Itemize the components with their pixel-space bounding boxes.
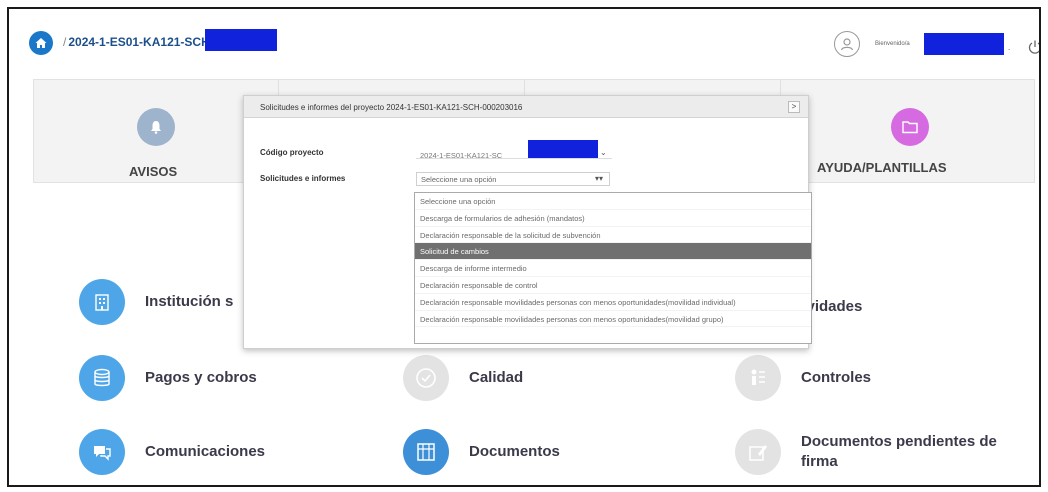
menu-controles-label: Controles: [801, 369, 872, 386]
menu-calidad[interactable]: Calidad: [403, 355, 523, 401]
building-icon: [79, 279, 125, 325]
solicitudes-select[interactable]: Seleccione una opción ▾▾: [416, 172, 610, 186]
redaction-box: [205, 29, 277, 51]
dropdown-option[interactable]: Declaración responsable movilidades pers…: [415, 294, 811, 311]
coins-icon: [79, 355, 125, 401]
menu-pendientes-line1: Documentos pendientes de: [801, 433, 997, 450]
menu-documentos-label: Documentos: [469, 443, 560, 460]
modal-close-button[interactable]: >: [788, 101, 800, 113]
menu-institucion-label: Institución s: [145, 293, 234, 310]
breadcrumb[interactable]: /2024-1-ES01-KA121-SCH: [63, 35, 210, 49]
sign-document-icon: [735, 429, 781, 475]
redaction-box: [924, 33, 1004, 55]
bell-icon[interactable]: [137, 108, 175, 146]
dropdown-option[interactable]: Descarga de formularios de adhesión (man…: [415, 210, 811, 227]
menu-pendientes-line2: firma: [801, 453, 838, 470]
solicitudes-select-value: Seleccione una opción: [421, 175, 497, 184]
dropdown-option[interactable]: Declaración responsable de la solicitud …: [415, 227, 811, 244]
breadcrumb-project-code[interactable]: 2024-1-ES01-KA121-SCH: [68, 35, 209, 49]
welcome-suffix: .: [1008, 43, 1011, 52]
dropdown-option[interactable]: Declaración responsable movilidades pers…: [415, 311, 811, 328]
dropdown-option[interactable]: Seleccione una opción: [415, 193, 811, 210]
menu-documentos-pendientes-label: Documentos pendientes de firma: [801, 432, 997, 472]
avisos-label[interactable]: AVISOS: [129, 164, 177, 179]
solicitudes-modal: Solicitudes e informes del proyecto 2024…: [243, 95, 812, 349]
chat-bubbles-icon: [79, 429, 125, 475]
folder-icon[interactable]: [891, 108, 929, 146]
field-underline: [416, 158, 612, 159]
checklist-person-icon: [735, 355, 781, 401]
menu-controles[interactable]: Controles: [735, 355, 871, 401]
document-folders-icon: [403, 429, 449, 475]
chevron-down-icon: ▾▾: [594, 174, 603, 183]
solicitudes-label: Solicitudes e informes: [260, 174, 346, 183]
solicitudes-dropdown[interactable]: Seleccione una opción Descarga de formul…: [414, 192, 812, 344]
menu-pagos[interactable]: Pagos y cobros: [79, 355, 257, 401]
menu-comunicaciones[interactable]: Comunicaciones: [79, 429, 265, 475]
home-icon[interactable]: [29, 31, 53, 55]
app-window: /2024-1-ES01-KA121-SCH Bienvenido/a . AV…: [7, 7, 1041, 487]
modal-title: Solicitudes e informes del proyecto 2024…: [260, 103, 523, 112]
dropdown-option[interactable]: Declaración responsable de control: [415, 277, 811, 294]
dropdown-option[interactable]: Descarga de informe intermedio: [415, 260, 811, 277]
menu-documentos-pendientes[interactable]: Documentos pendientes de firma: [735, 429, 997, 475]
redaction-box: [528, 140, 598, 158]
dropdown-option-selected[interactable]: Solicitud de cambios: [415, 243, 811, 261]
chevron-down-icon: ⌄: [600, 148, 607, 157]
user-icon[interactable]: [834, 31, 860, 57]
power-icon[interactable]: [1027, 39, 1039, 55]
modal-header: Solicitudes e informes del proyecto 2024…: [244, 96, 808, 118]
menu-institucion[interactable]: Institución s: [79, 279, 233, 325]
menu-calidad-label: Calidad: [469, 369, 524, 386]
menu-comunicaciones-label: Comunicaciones: [145, 443, 266, 460]
menu-pagos-label: Pagos y cobros: [145, 369, 257, 386]
ayuda-plantillas-label[interactable]: AYUDA/PLANTILLAS: [817, 160, 947, 175]
quality-badge-icon: [403, 355, 449, 401]
menu-documentos[interactable]: Documentos: [403, 429, 560, 475]
welcome-text: Bienvenido/a: [875, 41, 910, 47]
codigo-proyecto-label: Código proyecto: [260, 148, 324, 157]
